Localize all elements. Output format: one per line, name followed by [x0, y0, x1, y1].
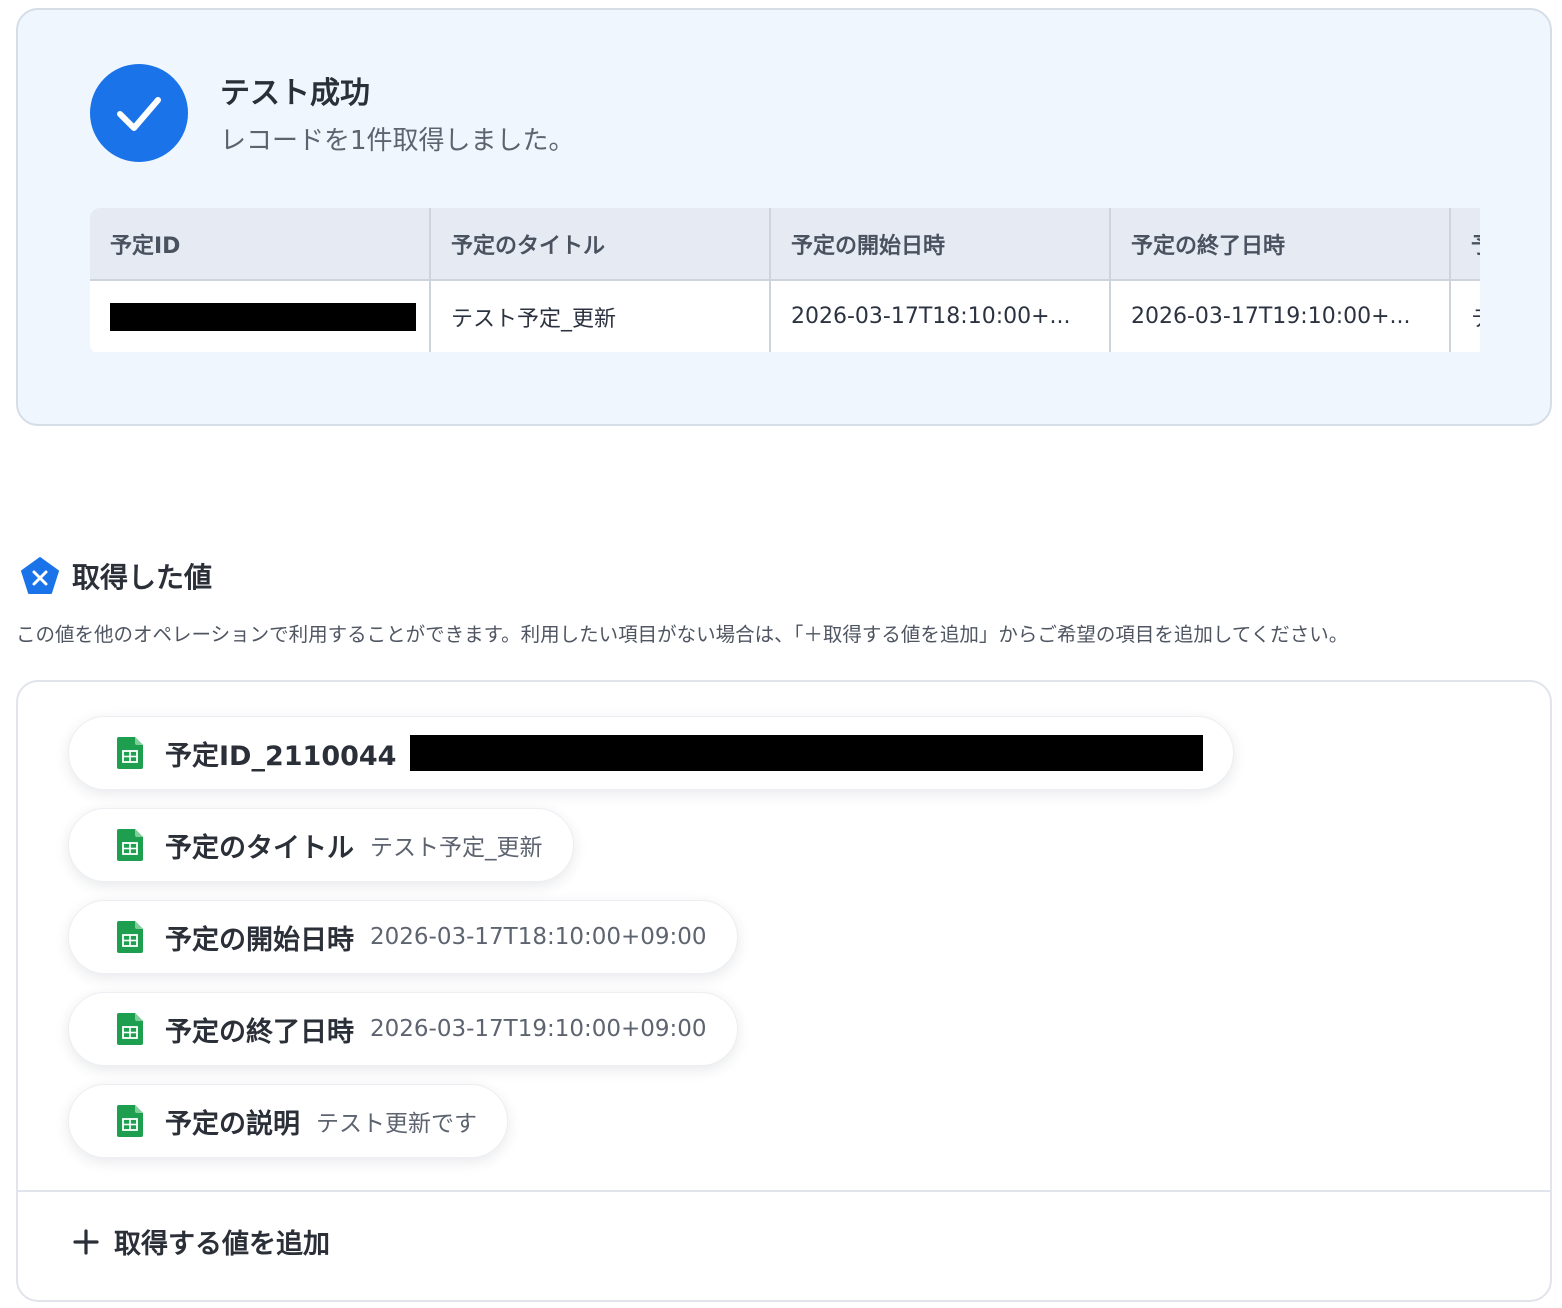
value-item-label: 予定の開始日時	[165, 924, 354, 956]
pentagon-x-icon	[21, 557, 59, 594]
redacted-block	[110, 302, 416, 331]
value-item-value: テスト更新です	[316, 1111, 477, 1137]
value-item-description[interactable]: 予定の説明 テスト更新です	[68, 1084, 508, 1158]
value-item-title[interactable]: 予定のタイトル テスト予定_更新	[68, 808, 574, 882]
value-item-value: テスト予定_更新	[370, 835, 543, 861]
divider	[18, 1190, 1550, 1192]
records-table: 予定ID 予定のタイトル 予定の開始日時 予定の終了日時 予 テスト予定_更新 …	[90, 208, 1480, 352]
table-row: テスト予定_更新 2026-03-17T18:10:00+... 2026-03…	[90, 280, 1480, 352]
value-item-event-id[interactable]: 予定ID_2110044	[68, 716, 1234, 790]
table-cell-id	[90, 280, 431, 352]
value-item-label: 予定のタイトル	[165, 832, 354, 864]
redacted-block	[410, 735, 1203, 771]
table-cell: テ	[1450, 280, 1480, 352]
table-cell: テスト予定_更新	[430, 280, 771, 352]
add-value-label: 取得する値を追加	[114, 1229, 330, 1260]
spreadsheet-icon	[117, 921, 143, 953]
values-list-box: 予定ID_2110044 予定のタイトル テスト予定_更新 予定の開始日時 20…	[16, 680, 1552, 1302]
column-header: 予	[1450, 208, 1480, 281]
spreadsheet-icon	[117, 1105, 143, 1137]
value-item-label: 予定ID_2110044	[165, 740, 397, 772]
success-subtitle: レコードを1件取得しました。	[220, 126, 575, 156]
value-item-start[interactable]: 予定の開始日時 2026-03-17T18:10:00+09:00	[68, 900, 738, 974]
success-title: テスト成功	[220, 76, 370, 111]
value-item-value: 2026-03-17T19:10:00+09:00	[370, 1016, 707, 1042]
value-item-end[interactable]: 予定の終了日時 2026-03-17T19:10:00+09:00	[68, 992, 738, 1066]
table-header-row: 予定ID 予定のタイトル 予定の開始日時 予定の終了日時 予	[90, 208, 1480, 281]
column-header: 予定の終了日時	[1110, 208, 1451, 281]
column-header: 予定ID	[90, 208, 431, 281]
plus-icon	[73, 1228, 99, 1255]
value-item-value: 2026-03-17T18:10:00+09:00	[370, 924, 707, 950]
table-cell: 2026-03-17T19:10:00+...	[1110, 280, 1451, 352]
values-section-header: 取得した値	[20, 556, 212, 596]
value-item-label: 予定の説明	[165, 1108, 300, 1140]
test-success-panel: テスト成功 レコードを1件取得しました。 予定ID 予定のタイトル 予定の開始日…	[16, 8, 1552, 426]
value-item-label: 予定の終了日時	[165, 1016, 354, 1048]
check-circle-icon	[90, 64, 188, 162]
records-table-scroll[interactable]: 予定ID 予定のタイトル 予定の開始日時 予定の終了日時 予 テスト予定_更新 …	[90, 208, 1480, 354]
column-header: 予定の開始日時	[770, 208, 1111, 281]
spreadsheet-icon	[117, 829, 143, 861]
section-title: 取得した値	[72, 561, 213, 594]
spreadsheet-icon	[117, 737, 143, 769]
spreadsheet-icon	[117, 1013, 143, 1045]
section-description: この値を他のオペレーションで利用することができます。利用したい項目がない場合は、…	[16, 623, 1349, 646]
add-value-button[interactable]: 取得する値を追加	[72, 1222, 330, 1261]
column-header: 予定のタイトル	[430, 208, 771, 281]
table-cell: 2026-03-17T18:10:00+...	[770, 280, 1111, 352]
